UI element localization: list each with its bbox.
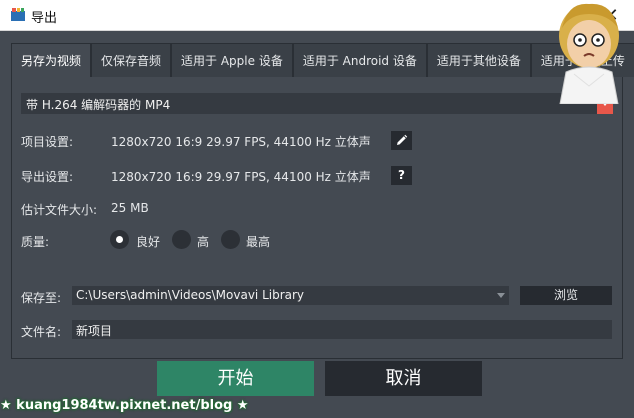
tab-audio-only[interactable]: 仅保存音频 xyxy=(91,43,172,77)
export-settings-value: 1280x720 16:9 29.97 FPS, 44100 Hz 立体声 xyxy=(111,170,371,184)
cancel-button[interactable]: 取消 xyxy=(325,361,482,396)
quality-good-radio[interactable] xyxy=(110,230,129,249)
tab-apple-devices[interactable]: 适用于 Apple 设备 xyxy=(171,43,293,77)
quality-good-label: 良好 xyxy=(136,235,161,249)
export-settings-label: 导出设置: xyxy=(21,170,74,184)
tab-content xyxy=(11,77,623,359)
start-button[interactable]: 开始 xyxy=(157,361,314,396)
quality-highest-radio[interactable] xyxy=(221,230,240,249)
file-size-value: 25 MB xyxy=(111,201,149,215)
watermark-avatar xyxy=(559,3,619,104)
window-title: 导出 xyxy=(31,11,58,26)
file-name-input[interactable]: 新项目 xyxy=(72,320,612,339)
app-icon xyxy=(11,8,25,21)
quality-high-radio[interactable] xyxy=(172,230,191,249)
tab-android-devices[interactable]: 适用于 Android 设备 xyxy=(292,43,427,77)
quality-highest-label: 最高 xyxy=(246,235,271,249)
file-name-value: 新项目 xyxy=(76,324,113,338)
chevron-down-icon[interactable] xyxy=(497,293,505,298)
quality-high-label: 高 xyxy=(197,235,210,249)
save-path-input[interactable]: C:\Users\admin\Videos\Movavi Library xyxy=(72,286,509,305)
edit-project-button[interactable] xyxy=(391,131,412,150)
pencil-icon xyxy=(397,134,408,145)
save-path-value: C:\Users\admin\Videos\Movavi Library xyxy=(76,288,305,302)
help-button[interactable]: ? xyxy=(391,166,412,185)
tab-other-devices[interactable]: 适用于其他设备 xyxy=(426,43,531,77)
tab-save-video[interactable]: 另存为视频 xyxy=(11,43,92,77)
format-select[interactable]: 带 H.264 编解码器的 MP4 xyxy=(21,93,613,114)
footer-watermark: ★ kuang1984tw.pixnet.net/blog ★ xyxy=(0,398,249,413)
file-size-label: 估计文件大小: xyxy=(21,203,98,217)
save-to-label: 保存至: xyxy=(21,291,62,305)
title-bar: 导出 ✕ xyxy=(0,0,634,31)
browse-button[interactable]: 浏览 xyxy=(520,286,612,305)
tab-bar: 另存为视频 仅保存音频 适用于 Apple 设备 适用于 Android 设备 … xyxy=(11,43,634,77)
project-settings-label: 项目设置: xyxy=(21,135,74,149)
file-name-label: 文件名: xyxy=(21,325,62,339)
project-settings-value: 1280x720 16:9 29.97 FPS, 44100 Hz 立体声 xyxy=(111,135,371,149)
format-value: 带 H.264 编解码器的 MP4 xyxy=(26,98,171,112)
quality-label: 质量: xyxy=(21,235,50,249)
